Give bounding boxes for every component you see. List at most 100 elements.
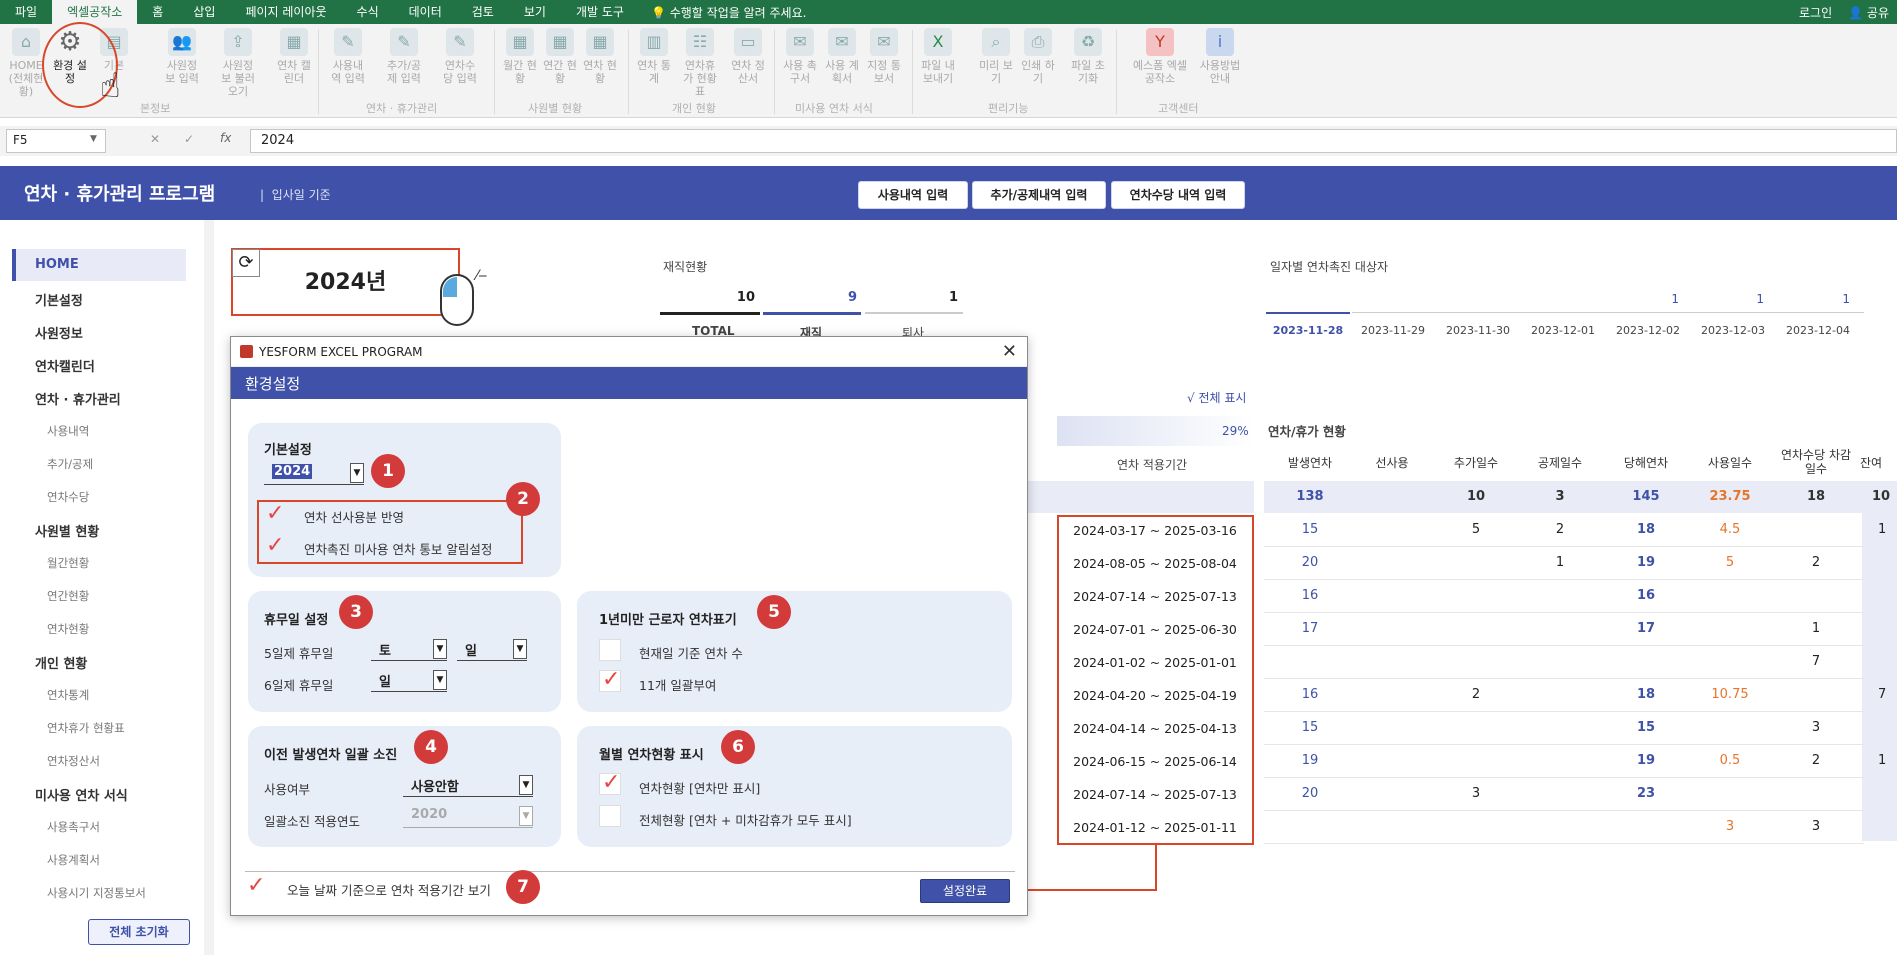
employee-input-button[interactable]: 👥 사원정보 입력 <box>162 28 202 85</box>
notice-letter-button[interactable]: ✉ 지정 통보서 <box>864 28 904 85</box>
confirm-button[interactable]: 설정완료 <box>920 879 1010 903</box>
all-status-checkbox[interactable] <box>599 805 621 827</box>
tab-developer[interactable]: 개발 도구 <box>561 0 639 24</box>
usage-input-button[interactable]: ✎ 사용내역 입력 <box>328 28 368 85</box>
chevron-down-icon[interactable]: ▼ <box>513 639 527 659</box>
tab-review[interactable]: 검토 <box>457 0 509 24</box>
settlement-button[interactable]: ▭ 연차 정산서 <box>728 28 768 85</box>
yearly-status-button[interactable]: ▦ 연간 현황 <box>540 28 580 85</box>
leave-status-button[interactable]: ▦ 연차 현황 <box>580 28 620 85</box>
leave-calendar-button[interactable]: ▦ 연차 캘린더 <box>274 28 314 85</box>
sidebar-item-settlement[interactable]: 연차정산서 <box>47 753 100 769</box>
sidebar-item-yearly[interactable]: 연간현황 <box>47 588 89 604</box>
hand-pointer-icon: ☝ <box>100 66 121 106</box>
sidebar-item-basic[interactable]: 기본설정 <box>35 290 83 309</box>
plan-letter-button[interactable]: ✉ 사용 계획서 <box>822 28 862 85</box>
urge-letter-button[interactable]: ✉ 사용 촉구서 <box>780 28 820 85</box>
usage-input-header-button[interactable]: 사용내역 입력 <box>858 181 968 209</box>
five-day-select-2[interactable]: 일 ▼ <box>457 637 527 661</box>
date-label[interactable]: 2023-12-01 <box>1522 324 1604 337</box>
tab-file[interactable]: 파일 <box>0 0 52 24</box>
share-button[interactable]: 👤 공유 <box>1848 4 1889 21</box>
six-day-select[interactable]: 일 ▼ <box>371 668 447 692</box>
home-overview-button[interactable]: ⌂ HOME (전체현황) <box>6 28 46 98</box>
sidebar-item-notice[interactable]: 사용시기 지정통보서 <box>47 885 146 901</box>
tab-formulas[interactable]: 수식 <box>342 0 394 24</box>
sidebar-item-plan[interactable]: 사용계획서 <box>47 852 100 868</box>
sidebar-item-by-employee[interactable]: 사원별 현황 <box>35 521 99 540</box>
tab-view[interactable]: 보기 <box>509 0 561 24</box>
sidebar-item-usage[interactable]: 사용내역 <box>47 423 89 439</box>
tell-me-box[interactable]: 💡 수행할 작업을 알려 주세요. <box>639 4 818 21</box>
yesform-button[interactable]: Y 예스폼 엑셀공작소 <box>1130 28 1190 85</box>
date-label[interactable]: 2023-11-30 <box>1437 324 1519 337</box>
sidebar-item-employee[interactable]: 사원정보 <box>35 323 83 342</box>
sidebar-item-urge[interactable]: 사용촉구서 <box>47 819 100 835</box>
close-icon[interactable]: ✕ <box>1002 341 1017 362</box>
date-label[interactable]: 2023-11-29 <box>1352 324 1434 337</box>
monthly-status-button[interactable]: ▦ 월간 현황 <box>500 28 540 85</box>
allowance-input-button[interactable]: ✎ 연차수당 입력 <box>440 28 480 85</box>
sidebar-item-leave-status[interactable]: 연차현황 <box>47 621 89 637</box>
add-deduct-input-button[interactable]: ✎ 추가/공제 입력 <box>384 28 424 85</box>
apply-year-select[interactable]: 2020 ▼ <box>403 804 533 828</box>
add-deduct-header-button[interactable]: 추가/공제내역 입력 <box>972 181 1106 209</box>
use-select[interactable]: 사용안함 ▼ <box>403 773 533 797</box>
tab-insert[interactable]: 삽입 <box>178 0 230 24</box>
formula-input[interactable]: 2024 <box>250 129 1897 153</box>
enter-icon[interactable]: ✓ <box>184 132 194 146</box>
cancel-icon[interactable]: ✕ <box>150 132 160 146</box>
leave-only-checkbox[interactable] <box>599 770 621 795</box>
chevron-down-icon[interactable]: ▼ <box>433 670 447 690</box>
date-label[interactable]: 2023-12-04 <box>1777 324 1859 337</box>
print-button[interactable]: ⎙ 인쇄 하기 <box>1018 28 1058 85</box>
date-label[interactable]: 2023-11-28 <box>1267 324 1349 337</box>
usage-guide-button[interactable]: i 사용방법 안내 <box>1196 28 1244 85</box>
table-cell: 15 <box>1301 720 1319 735</box>
function-icon[interactable]: fx <box>220 131 231 145</box>
reset-all-button[interactable]: 전체 초기화 <box>88 919 190 945</box>
tab-page-layout[interactable]: 페이지 레이아웃 <box>230 0 341 24</box>
leave-stats-button[interactable]: ▥ 연차 통계 <box>634 28 674 85</box>
allowance-header-button[interactable]: 연차수당 내역 입력 <box>1111 181 1245 209</box>
chevron-down-icon[interactable]: ▼ <box>350 463 364 483</box>
current-basis-checkbox[interactable] <box>599 639 621 661</box>
sidebar-item-personal[interactable]: 개인 현황 <box>35 653 87 672</box>
chevron-down-icon[interactable]: ▼ <box>433 639 447 659</box>
notice-alert-checkbox[interactable] <box>264 533 286 559</box>
tab-data[interactable]: 데이터 <box>394 0 457 24</box>
prev-leave-title: 이전 발생연차 일괄 소진 <box>264 748 398 763</box>
sidebar-item-add-deduct[interactable]: 추가/공제 <box>47 456 93 472</box>
sidebar-item-leave-mgmt[interactable]: 연차 · 휴가관리 <box>35 389 121 408</box>
date-label[interactable]: 2023-12-02 <box>1607 324 1689 337</box>
sidebar-item-unused-forms[interactable]: 미사용 연차 서식 <box>35 785 128 804</box>
chevron-down-icon[interactable]: ▼ <box>519 806 533 826</box>
sidebar-item-leave-sheet[interactable]: 연차휴가 현황표 <box>47 720 125 736</box>
chevron-down-icon[interactable]: ▼ <box>519 775 533 795</box>
tab-excel-workshop[interactable]: 엑셀공작소 <box>52 0 138 24</box>
date-label[interactable]: 2023-12-03 <box>1692 324 1774 337</box>
sidebar-item-calendar[interactable]: 연차캘린더 <box>35 356 95 375</box>
chevron-down-icon[interactable]: ▼ <box>90 134 97 144</box>
year-select[interactable]: 2024 ▼ <box>264 461 364 485</box>
show-all-toggle[interactable]: √ 전체 표시 <box>1187 389 1246 406</box>
refresh-icon[interactable]: ⟳ <box>232 249 260 277</box>
five-day-select-1[interactable]: 토 ▼ <box>371 637 447 661</box>
sidebar-item-allowance[interactable]: 연차수당 <box>47 489 89 505</box>
ribbon-label: 파일 내보내기 <box>921 59 955 85</box>
bulk-grant-checkbox[interactable] <box>599 667 621 692</box>
sidebar-item-home[interactable]: HOME <box>35 257 79 272</box>
login-link[interactable]: 로그인 <box>1799 4 1832 21</box>
leave-sheet-button[interactable]: ☷ 연차휴가 현황표 <box>680 28 720 98</box>
today-basis-label: 오늘 날짜 기준으로 연차 적용기간 보기 <box>287 883 491 898</box>
tab-home[interactable]: 홈 <box>137 0 178 24</box>
export-file-button[interactable]: X 파일 내보내기 <box>918 28 958 85</box>
advance-use-checkbox[interactable] <box>264 501 286 527</box>
sidebar-item-stats[interactable]: 연차통계 <box>47 687 89 703</box>
sidebar-item-monthly[interactable]: 월간현황 <box>47 555 89 571</box>
reset-file-button[interactable]: ♻ 파일 초기화 <box>1068 28 1108 85</box>
today-basis-checkbox[interactable] <box>245 873 267 899</box>
employee-load-button[interactable]: ⇪ 사원정보 불러오기 <box>218 28 258 98</box>
employ-active-value: 9 <box>847 290 857 305</box>
preview-button[interactable]: ⌕ 미리 보기 <box>976 28 1016 85</box>
